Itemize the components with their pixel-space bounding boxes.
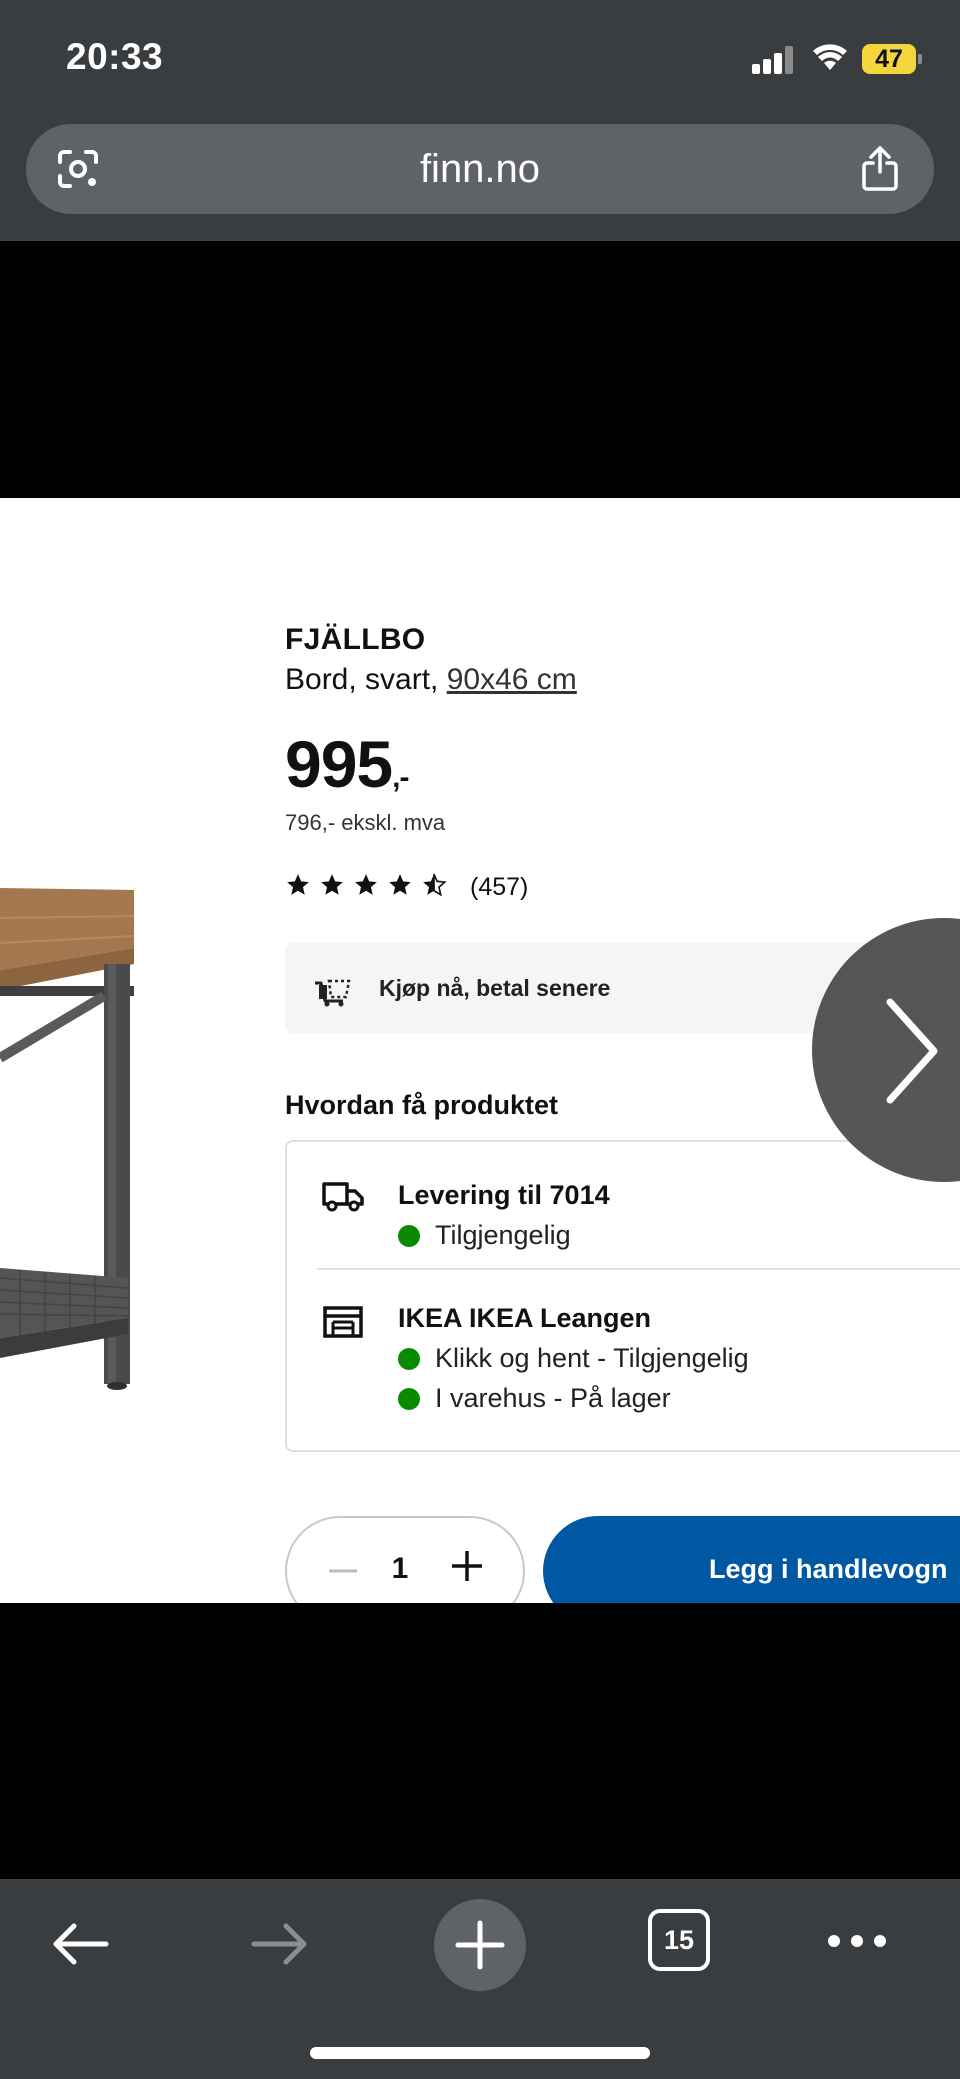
status-dot — [398, 1225, 420, 1247]
store-icon — [321, 1304, 365, 1340]
letterbox-top — [0, 241, 960, 498]
star-icon — [321, 874, 343, 895]
in-store-status: I varehus - På lager — [435, 1383, 671, 1413]
status-dot — [398, 1348, 420, 1370]
address-bar[interactable]: finn.no — [26, 124, 934, 214]
star-icon — [389, 874, 411, 895]
product-brand: FJÄLLBO — [285, 623, 426, 656]
cellular-signal-icon — [752, 46, 796, 74]
add-to-cart-label: Legg i handlevogn — [709, 1554, 948, 1584]
click-collect-status: Klikk og hent - Tilgjengelig — [435, 1343, 749, 1373]
url-text[interactable]: finn.no — [26, 124, 934, 214]
product-image[interactable] — [0, 878, 140, 1418]
truck-icon — [321, 1178, 365, 1214]
add-to-cart-button[interactable]: Legg i handlevogn — [543, 1516, 960, 1603]
store-title: IKEA IKEA Leangen — [398, 1303, 652, 1333]
divider — [317, 1268, 960, 1270]
product-screenshot: FJÄLLBO Bord, svart, 90x46 cm 995,- 796,… — [0, 498, 960, 1603]
availability-card[interactable]: Levering til 7014 Tilgjengelig IKEA IKEA… — [285, 1140, 960, 1452]
delivery-title: Levering til 7014 — [398, 1180, 610, 1210]
wifi-icon — [812, 42, 848, 72]
star-half-icon — [423, 873, 447, 897]
home-indicator[interactable] — [310, 2047, 650, 2059]
product-size-link[interactable]: 90x46 cm — [447, 663, 577, 696]
quantity-value[interactable]: 1 — [385, 1552, 415, 1586]
new-tab-button[interactable] — [434, 1899, 526, 1991]
letterbox-bottom — [0, 1603, 960, 1879]
delivery-status: Tilgjengelig — [435, 1220, 571, 1250]
chevron-right-icon — [882, 996, 942, 1106]
price-suffix: ,- — [392, 761, 409, 794]
battery-level: 47 — [875, 45, 903, 73]
more-options-icon[interactable] — [826, 1931, 888, 1951]
how-to-get-title: Hvordan få produktet — [285, 1090, 559, 1120]
status-time: 20:33 — [66, 36, 164, 77]
product-description: Bord, svart, 90x46 cm — [285, 663, 577, 697]
browser-top-bar: 20:33 47 finn.no — [0, 0, 960, 241]
minus-icon[interactable] — [325, 1556, 361, 1586]
quantity-stepper[interactable]: 1 — [285, 1516, 525, 1603]
pay-later-icon — [313, 973, 353, 1007]
share-icon[interactable] — [860, 144, 900, 192]
star-icon — [287, 874, 309, 895]
browser-screen: 20:33 47 finn.no FJÄLLBO Bord, svart, 90… — [0, 0, 960, 2079]
price-ex-vat: 796,- ekskl. mva — [285, 810, 446, 835]
star-icon — [355, 874, 377, 895]
plus-icon[interactable] — [447, 1546, 487, 1586]
review-count[interactable]: (457) — [470, 872, 528, 902]
bnpl-label: Kjøp nå, betal senere — [379, 975, 611, 1001]
status-dot — [398, 1388, 420, 1410]
back-arrow-icon[interactable] — [48, 1919, 112, 1969]
battery-icon: 47 — [862, 44, 922, 74]
product-price: 995,- — [285, 726, 409, 802]
product-type: Bord, svart, — [285, 663, 447, 696]
plus-icon — [455, 1920, 505, 1970]
browser-toolbar: 15 — [0, 1879, 960, 2079]
forward-arrow-icon[interactable] — [248, 1919, 312, 1969]
rating[interactable]: (457) — [285, 872, 528, 902]
tab-switcher-button[interactable]: 15 — [648, 1909, 710, 1971]
price-value: 995 — [285, 727, 393, 801]
